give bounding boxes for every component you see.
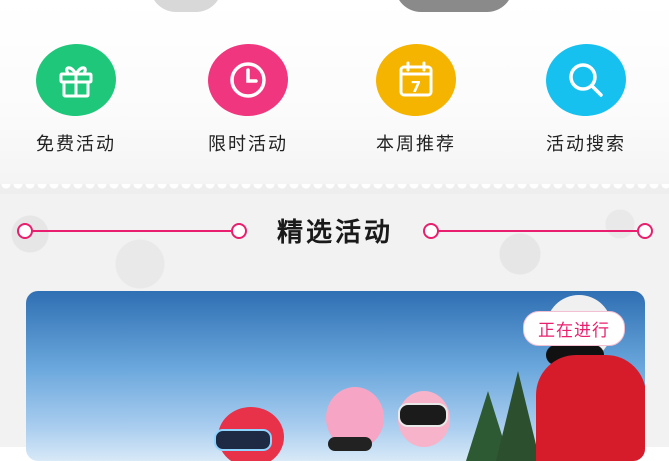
divider-dot [637, 223, 653, 239]
clock-icon [205, 41, 291, 119]
activity-card[interactable]: 正在进行 [26, 291, 645, 461]
banner-fragment-right [395, 0, 513, 12]
goggles [398, 403, 448, 427]
goggles [328, 437, 372, 451]
divider-line [31, 230, 231, 232]
section-title: 精选活动 [276, 218, 393, 248]
category-label: 限时活动 [208, 134, 288, 155]
adult-jacket [536, 355, 645, 461]
category-search[interactable]: 活动搜索 [526, 41, 646, 156]
category-limited[interactable]: 限时活动 [188, 41, 308, 156]
divider-dot [231, 223, 247, 239]
gift-icon [33, 41, 119, 119]
category-area: 免费活动 限时活动 7 本周推荐 活动搜索 [0, 0, 669, 188]
category-label: 免费活动 [36, 134, 116, 155]
category-weekly[interactable]: 7 本周推荐 [356, 41, 476, 156]
calendar-day: 7 [411, 78, 421, 96]
banner-fragment-left [150, 0, 222, 12]
category-free[interactable]: 免费活动 [16, 41, 136, 156]
calendar-icon: 7 [373, 41, 459, 119]
goggles [214, 429, 272, 451]
status-badge: 正在进行 [523, 311, 625, 346]
divider-line [437, 230, 637, 232]
stamp-divider [0, 184, 669, 194]
category-label: 活动搜索 [546, 134, 626, 155]
category-label: 本周推荐 [376, 134, 456, 155]
search-icon [543, 41, 629, 119]
